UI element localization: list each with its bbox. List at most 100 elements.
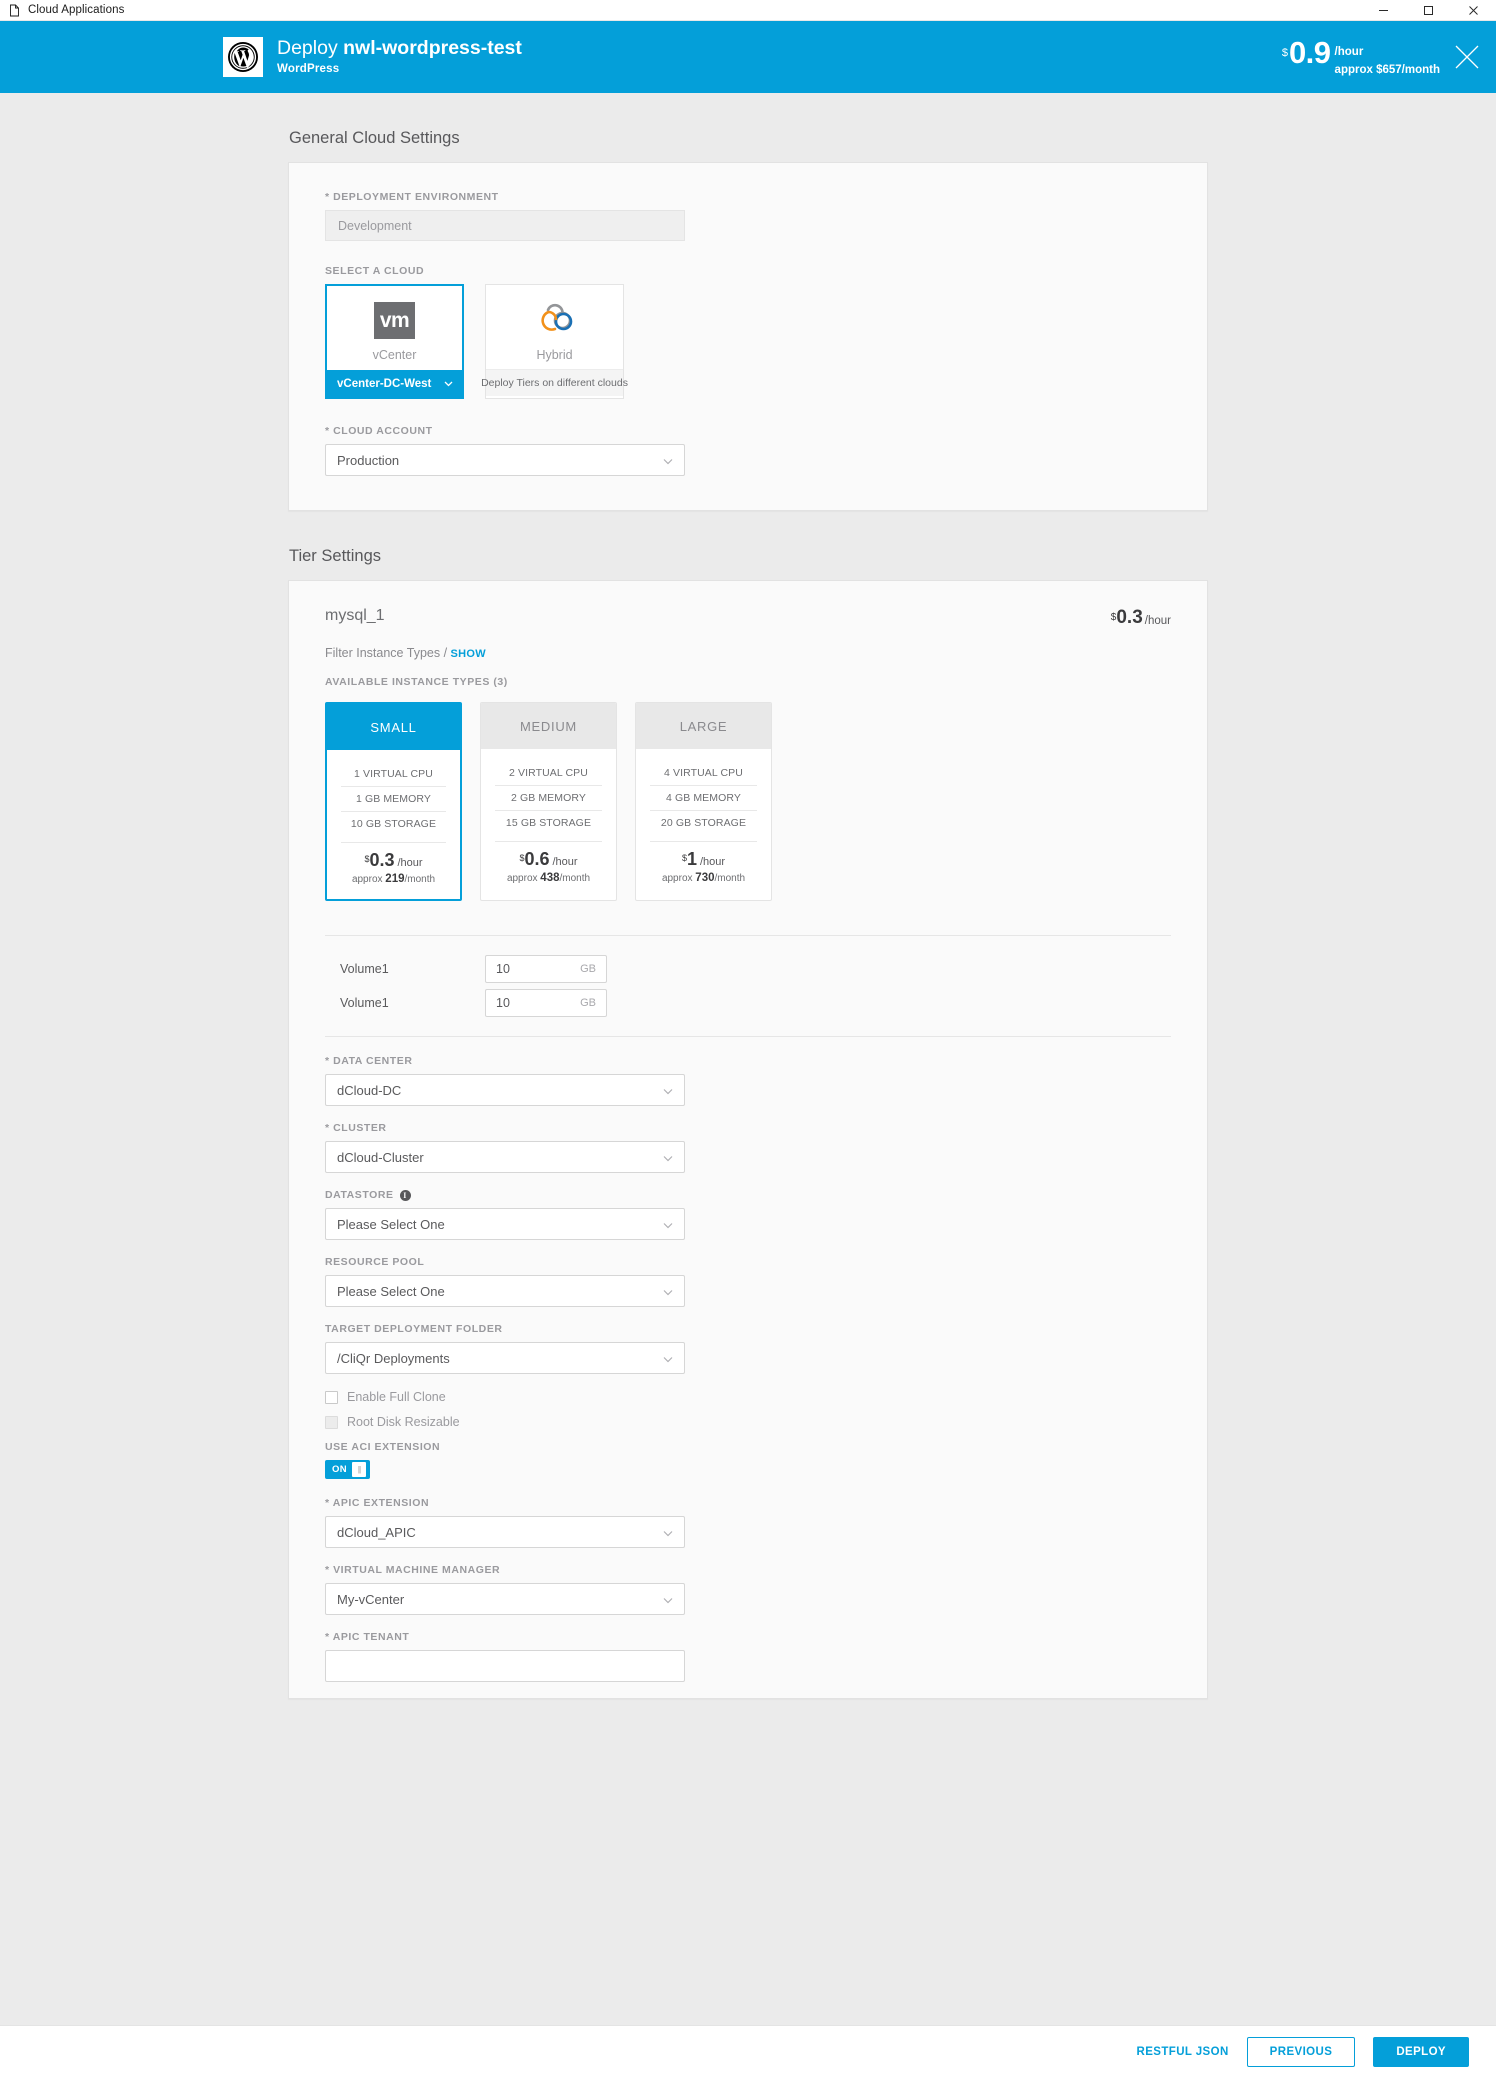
datastore-select[interactable]: Please Select One xyxy=(325,1208,685,1240)
form-group-data-center: * DATA CENTER dCloud-DC xyxy=(325,1055,1171,1106)
apic-extension-value: dCloud_APIC xyxy=(337,1524,416,1540)
toggle-knob: ||| xyxy=(352,1462,367,1477)
instance-price-medium: $ 0.6 /hour xyxy=(495,841,602,869)
cluster-select[interactable]: dCloud-Cluster xyxy=(325,1141,685,1173)
price-amount: 0.9 xyxy=(1288,35,1331,70)
checkbox-label-root-disk-resizable: Root Disk Resizable xyxy=(347,1415,460,1429)
wordpress-logo-icon xyxy=(223,37,263,77)
instance-type-card-medium[interactable]: MEDIUM 2 VIRTUAL CPU 2 GB MEMORY 15 GB S… xyxy=(480,702,617,901)
month-prefix: approx xyxy=(351,874,386,885)
datastore-label: DATASTORE i xyxy=(325,1189,1171,1201)
instance-type-body: 2 VIRTUAL CPU 2 GB MEMORY 15 GB STORAGE … xyxy=(481,749,616,898)
price-amount: 1 xyxy=(686,849,697,869)
target-deployment-folder-select[interactable]: /CliQr Deployments xyxy=(325,1342,685,1374)
currency-symbol: $ xyxy=(1281,47,1288,59)
header-title-prefix: Deploy xyxy=(277,37,344,59)
cloud-name-vcenter: vCenter xyxy=(372,348,417,362)
tier-price-per: /hour xyxy=(1144,615,1171,627)
tier-price-amount: 0.3 xyxy=(1116,607,1143,628)
cloud-name-hybrid: Hybrid xyxy=(536,347,573,362)
tier-header: mysql_1 $ 0.3 /hour xyxy=(289,581,1207,628)
window-controls xyxy=(1361,0,1496,21)
deployment-environment-field[interactable]: Development xyxy=(325,210,685,241)
minimize-icon[interactable] xyxy=(1361,0,1406,21)
instance-month-price-small: approx 219/month xyxy=(341,873,446,885)
volume-size-unit-2: GB xyxy=(580,997,596,1009)
price-amount: 0.3 xyxy=(369,850,395,870)
cluster-value: dCloud-Cluster xyxy=(337,1149,424,1165)
apic-tenant-label: * APIC TENANT xyxy=(325,1631,410,1643)
maximize-icon[interactable] xyxy=(1406,0,1451,21)
close-icon[interactable] xyxy=(1451,0,1496,21)
restful-json-link[interactable]: RESTFUL JSON xyxy=(1137,2046,1229,2058)
instance-memory-small: 1 GB MEMORY xyxy=(341,786,446,811)
instance-storage-medium: 15 GB STORAGE xyxy=(495,810,602,835)
volume-size-value-2: 10 xyxy=(496,996,510,1010)
checkbox-row-root-disk-resizable[interactable]: Root Disk Resizable xyxy=(325,1415,1171,1429)
instance-cpu-large: 4 VIRTUAL CPU xyxy=(664,767,743,779)
section-title-general: General Cloud Settings xyxy=(289,129,460,147)
form-group-cluster: * CLUSTER dCloud-Cluster xyxy=(325,1122,1171,1173)
vmware-vm-icon: vm xyxy=(374,302,415,339)
tier-name: mysql_1 xyxy=(325,607,385,624)
instance-type-name-small: SMALL xyxy=(327,704,460,750)
cloud-card-vcenter[interactable]: vm vCenter vCenter-DC-West xyxy=(325,284,464,399)
cloud-account-select[interactable]: Production xyxy=(325,444,685,476)
filter-show-link[interactable]: SHOW xyxy=(451,648,486,660)
datastore-value: Please Select One xyxy=(337,1216,445,1232)
volume-label-2: Volume1 xyxy=(340,996,389,1010)
chevron-down-icon xyxy=(663,1083,673,1098)
header-price-block: $ 0.9 /hour approx $657/month xyxy=(1282,21,1440,93)
price-per: /hour xyxy=(397,857,423,869)
volume-size-unit-1: GB xyxy=(580,963,596,975)
header-price: $ 0.9 /hour approx $657/month xyxy=(1282,36,1440,78)
data-center-select[interactable]: dCloud-DC xyxy=(325,1074,685,1106)
instance-type-card-small[interactable]: SMALL 1 VIRTUAL CPU 1 GB MEMORY 10 GB ST… xyxy=(325,702,462,901)
instance-type-card-large[interactable]: LARGE 4 VIRTUAL CPU 4 GB MEMORY 20 GB ST… xyxy=(635,702,772,901)
datastore-label-text: DATASTORE xyxy=(325,1189,394,1201)
form-group-apic-extension: * APIC EXTENSION dCloud_APIC xyxy=(325,1497,1171,1548)
instance-storage-large: 20 GB STORAGE xyxy=(650,810,757,835)
apic-extension-select[interactable]: dCloud_APIC xyxy=(325,1516,685,1548)
instance-type-body: 1 VIRTUAL CPU 1 GB MEMORY 10 GB STORAGE … xyxy=(327,750,460,899)
tier-settings-card: mysql_1 $ 0.3 /hour Filter Instance Type… xyxy=(288,580,1208,1699)
section-title-tier: Tier Settings xyxy=(289,547,382,565)
close-icon[interactable] xyxy=(1450,40,1484,74)
form-group-datastore: DATASTORE i Please Select One xyxy=(325,1189,1171,1240)
month-value: 219 xyxy=(385,873,405,885)
cloud-card-hybrid[interactable]: Hybrid Deploy Tiers on different clouds xyxy=(481,284,628,399)
instance-type-name-medium: MEDIUM xyxy=(481,703,616,749)
select-a-cloud-label: SELECT A CLOUD xyxy=(325,265,425,277)
volume-size-input-1[interactable]: 10 GB xyxy=(485,955,607,983)
tier-price: $ 0.3 /hour xyxy=(1111,608,1171,628)
header-subtitle: WordPress xyxy=(277,63,340,75)
price-units: /hour approx $657/month xyxy=(1335,42,1440,78)
chevron-down-icon xyxy=(663,1150,673,1165)
checkbox-root-disk-resizable[interactable] xyxy=(325,1415,338,1429)
checkbox-row-enable-full-clone[interactable]: Enable Full Clone xyxy=(325,1390,1171,1404)
cloud-account-dropdown-vcenter[interactable]: vCenter-DC-West xyxy=(327,370,462,397)
filter-instance-types-label: Filter Instance Types / xyxy=(325,646,448,660)
form-group-apic-tenant: * APIC TENANT xyxy=(325,1631,1171,1682)
target-deployment-folder-label: TARGET DEPLOYMENT FOLDER xyxy=(325,1323,503,1335)
volume-size-input-2[interactable]: 10 GB xyxy=(485,989,607,1017)
price-amount: 0.6 xyxy=(524,849,550,869)
info-icon[interactable]: i xyxy=(399,1189,411,1201)
checkbox-enable-full-clone[interactable] xyxy=(325,1390,338,1404)
instance-cpu-medium: 2 VIRTUAL CPU xyxy=(509,767,588,779)
apic-tenant-select[interactable] xyxy=(325,1650,685,1682)
cloud-selector: vm vCenter vCenter-DC-West Hybrid Deploy… xyxy=(325,284,1171,399)
use-aci-extension-toggle[interactable]: ON ||| xyxy=(325,1460,370,1479)
deployment-environment-value: Development xyxy=(338,218,412,233)
virtual-machine-manager-select[interactable]: My-vCenter xyxy=(325,1583,685,1615)
volume-row: Volume1 10 GB xyxy=(325,986,1171,1020)
cloud-card-body: Hybrid xyxy=(486,285,623,369)
previous-button[interactable]: PREVIOUS xyxy=(1246,2036,1356,2067)
resource-pool-select[interactable]: Please Select One xyxy=(325,1275,685,1307)
toggle-state-label: ON xyxy=(332,1464,348,1475)
general-settings-card: * DEPLOYMENT ENVIRONMENT Development SEL… xyxy=(288,162,1208,511)
instance-cpu-small: 1 VIRTUAL CPU xyxy=(354,768,433,780)
chevron-down-icon xyxy=(663,453,673,468)
window-titlebar: Cloud Applications xyxy=(0,0,1496,21)
deploy-button[interactable]: DEPLOY xyxy=(1373,2036,1469,2067)
